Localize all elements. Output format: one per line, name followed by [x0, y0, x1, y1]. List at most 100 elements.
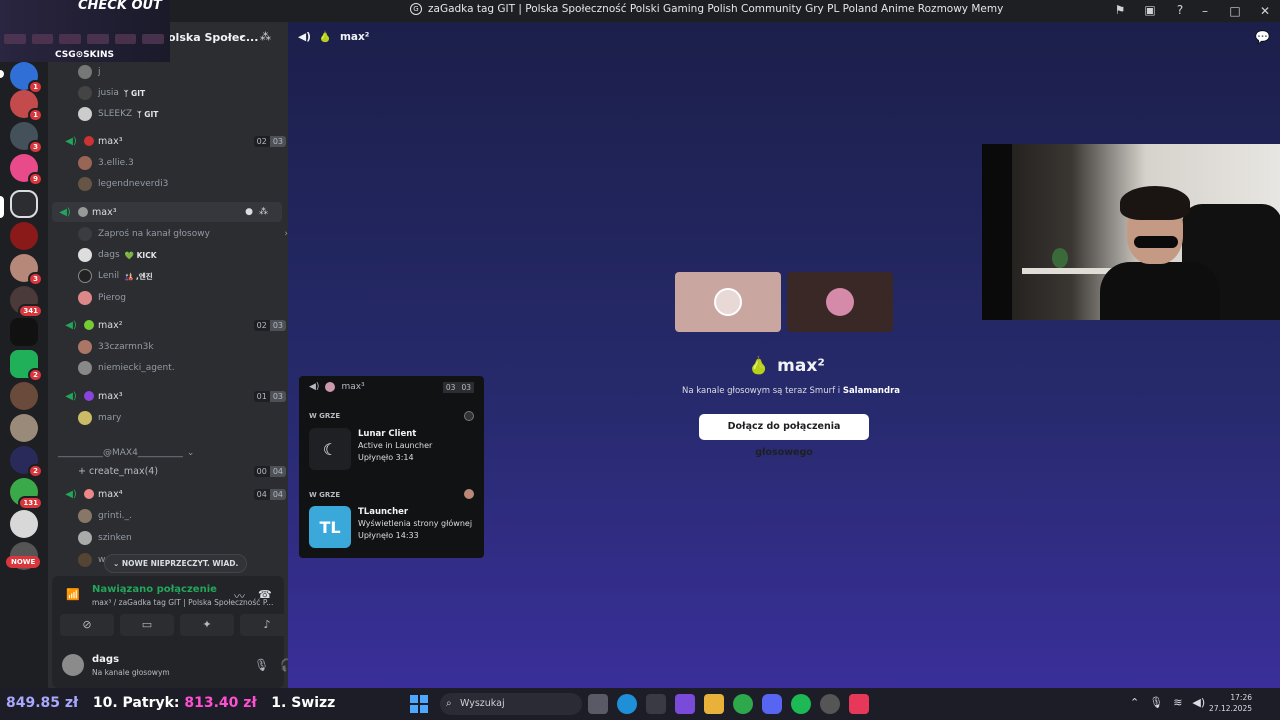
new-unread-messages-button[interactable]: ⌄ NOWE NIEPRZECZYT. WIAD. — [104, 554, 248, 573]
join-voice-button[interactable]: Dołącz do połączenia głosowego — [699, 414, 869, 458]
camera-off-button[interactable]: ⊘ — [60, 614, 114, 636]
guild-tag: ᛉ GIT — [137, 109, 159, 119]
connection-status: Nawiązano połączenie — [92, 584, 217, 595]
tiktok-icon[interactable] — [849, 694, 869, 714]
participant-tile[interactable] — [675, 272, 781, 332]
microphone-icon[interactable]: 🎙 — [254, 658, 269, 672]
voice-user-name: Pierog — [98, 293, 126, 303]
sunglasses — [1134, 236, 1178, 248]
server-icon[interactable] — [10, 222, 38, 250]
voice-user[interactable]: j — [78, 62, 288, 82]
voice-user[interactable]: 3.ellie.3 — [78, 153, 288, 173]
connection-channel[interactable]: max³ / zaGadka tag GIT | Polska Społeczn… — [92, 598, 273, 607]
voice-user[interactable]: jusia ᛉ GIT — [78, 83, 288, 103]
server-icon[interactable] — [10, 382, 38, 410]
speaker-icon: ◀) — [65, 319, 77, 331]
voice-user[interactable]: Pierog — [78, 288, 288, 308]
new-servers-pill[interactable]: NOWE — [6, 556, 41, 568]
server-icon[interactable]: 2 — [10, 350, 43, 382]
avatar[interactable] — [62, 654, 84, 676]
noise-suppression-icon[interactable]: 〰 — [234, 588, 245, 604]
voice-user[interactable]: 33czarmn3k — [78, 337, 288, 357]
server-icon[interactable]: 1 — [10, 90, 43, 122]
channel-category[interactable]: __________@MAX4__________ ⌄ — [58, 443, 288, 463]
screen-share-icon[interactable]: ▣ — [1142, 2, 1158, 18]
create-voice-channel[interactable]: + create_max(4) 00 04 — [58, 461, 288, 481]
add-member-icon[interactable]: ⁂ — [260, 30, 271, 43]
server-icon[interactable]: 131 — [10, 478, 43, 510]
window-controls: – □ ✕ — [1190, 0, 1280, 22]
inbox-flag-icon[interactable]: ⚑ — [1112, 2, 1128, 18]
copilot-icon[interactable] — [675, 694, 695, 714]
volume-icon[interactable]: ◀) — [1192, 696, 1205, 709]
server-icon[interactable]: 3 — [10, 122, 43, 154]
tray-chevron-up-icon[interactable]: ⌃ — [1130, 696, 1139, 709]
activity-elapsed: Upłynęło 14:33 — [358, 531, 419, 540]
taskbar-search[interactable]: ⌕ Wyszukaj — [440, 693, 582, 715]
minimize-button[interactable]: – — [1190, 0, 1220, 22]
spotify-icon[interactable] — [791, 694, 811, 714]
tray-microphone-icon[interactable]: 🎙 — [1149, 696, 1163, 709]
store-icon[interactable] — [646, 694, 666, 714]
speaker-icon: ◀) — [65, 135, 77, 147]
wifi-icon[interactable]: ≋ — [1173, 696, 1182, 709]
activity-title: TLauncher — [358, 507, 409, 517]
discord-icon[interactable] — [762, 694, 782, 714]
maximize-button[interactable]: □ — [1220, 0, 1250, 22]
ticker-amount: 813.40 zł — [184, 695, 257, 711]
server-icon-selected[interactable] — [10, 190, 38, 218]
soundboard-button[interactable]: ♪ — [240, 614, 294, 636]
taskbar-clock[interactable]: 17:26 27.12.2025 — [1206, 692, 1252, 714]
voice-channel[interactable]: ◀) max³ 01 03 — [58, 386, 288, 406]
plant — [1052, 248, 1068, 268]
voice-user[interactable]: Lenil 🎎 ,엔진 — [78, 266, 288, 286]
help-icon[interactable]: ? — [1172, 2, 1188, 18]
invite-icon[interactable]: ⁂ — [259, 207, 268, 217]
voice-channel[interactable]: ◀) max² 02 03 — [58, 315, 288, 335]
voice-user-name: jusia — [98, 88, 119, 98]
voice-user[interactable]: grinti._. — [78, 506, 288, 526]
file-explorer-icon[interactable] — [704, 694, 724, 714]
task-view-icon[interactable] — [588, 694, 608, 714]
voice-channel-current[interactable]: ◀) max³ ● ⁂ — [52, 202, 282, 222]
server-icon[interactable] — [10, 414, 38, 442]
voice-user[interactable]: dags 💚 KICK — [78, 245, 288, 265]
voice-channel[interactable]: ◀) max⁴ 04 04 — [58, 484, 288, 504]
signal-icon[interactable]: 📶 — [66, 588, 80, 601]
server-icon[interactable]: 341 — [10, 286, 43, 318]
app-icon[interactable] — [820, 694, 840, 714]
stage-participants-text: Na kanale głosowym są teraz Smurf i Sala… — [682, 386, 900, 396]
chat-icon[interactable]: ● — [245, 207, 253, 217]
server-icon[interactable]: 2 — [10, 446, 43, 478]
guild-logo-icon: G — [410, 3, 422, 15]
edge-icon[interactable] — [617, 694, 637, 714]
chrome-icon[interactable] — [733, 694, 753, 714]
participant-tile[interactable] — [787, 272, 893, 332]
new-messages-label: NOWE NIEPRZECZYT. WIAD. — [121, 559, 239, 568]
close-button[interactable]: ✕ — [1250, 0, 1280, 22]
server-icon[interactable]: 1 — [10, 62, 43, 94]
voice-user[interactable]: mary — [78, 408, 288, 428]
disconnect-icon[interactable]: ☎ — [258, 588, 272, 601]
server-icon[interactable] — [10, 318, 38, 346]
screen-share-button[interactable]: ▭ — [120, 614, 174, 636]
avatar — [78, 291, 92, 305]
user-count: 02 03 — [253, 135, 286, 147]
voice-channel[interactable]: ◀) max³ 02 03 — [58, 131, 288, 151]
voice-channel-popout: ◀) max³ 03 03 W GRZE ☾ Lunar Client Activ… — [299, 376, 484, 558]
voice-user[interactable]: legendneverdi3 — [78, 174, 288, 194]
voice-user[interactable]: niemiecki_agent. — [78, 358, 288, 378]
server-icon[interactable] — [10, 510, 38, 538]
windows-start-icon[interactable] — [410, 695, 428, 713]
server-icon[interactable]: 9 — [10, 154, 43, 186]
voice-user[interactable]: SLEEKZ ᛉ GIT — [78, 104, 288, 124]
avatar — [78, 248, 92, 262]
voice-user-name: dags — [98, 250, 120, 260]
voice-user[interactable]: szinken — [78, 528, 288, 548]
invite-to-voice[interactable]: Zaproś na kanał głosowy › — [78, 224, 288, 244]
voice-connection-panel: 📶 Nawiązano połączenie max³ / zaGadka ta… — [52, 576, 317, 688]
server-icon[interactable]: 3 — [10, 254, 43, 286]
channel-emoji-icon — [84, 320, 94, 330]
chat-bubble-icon[interactable]: 💬 — [1255, 30, 1270, 44]
activities-button[interactable]: ✦ — [180, 614, 234, 636]
